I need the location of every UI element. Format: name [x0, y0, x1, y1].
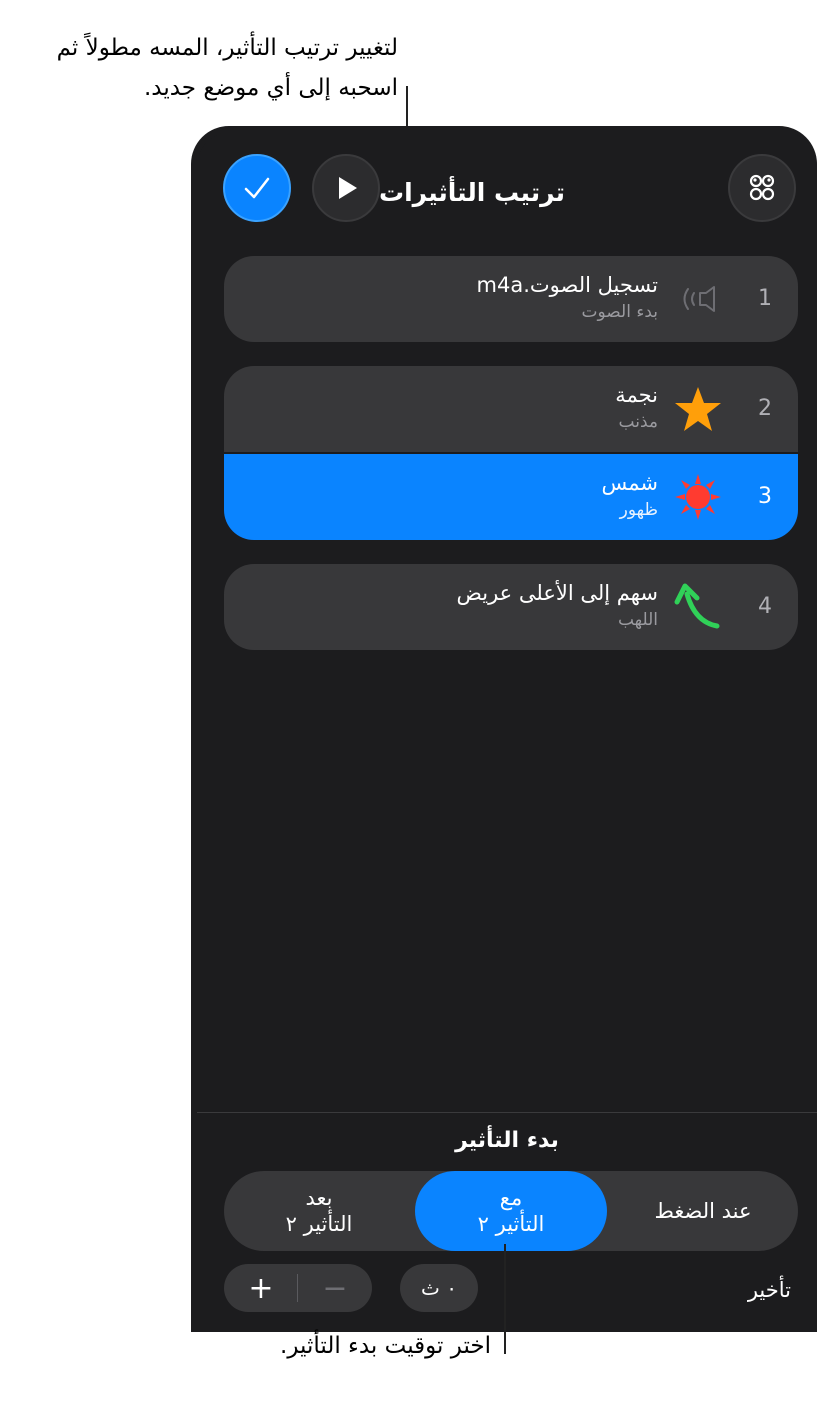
- star-icon: [672, 383, 724, 435]
- start-segmented-control: بعد التأثير ٢ مع التأثير ٢ عند الضغط: [224, 1171, 798, 1251]
- reorder-callout: لتغيير ترتيب التأثير، المسه مطولاً ثم اس…: [0, 28, 398, 108]
- increase-delay-button[interactable]: +: [224, 1264, 298, 1312]
- start-option-after[interactable]: بعد التأثير ٢: [224, 1171, 414, 1251]
- timing-callout: اختر توقيت بدء التأثير.: [280, 1333, 491, 1359]
- option-line1: مع: [499, 1186, 523, 1210]
- effect-row-1[interactable]: 1 تسجيل الصوت.m4a بدء الصوت: [224, 256, 798, 342]
- done-button[interactable]: [223, 154, 291, 222]
- sun-icon: [672, 471, 724, 523]
- effects-grid-icon: [749, 174, 775, 201]
- arrow-up-curved-icon: [672, 581, 724, 633]
- reorder-callout-line1: لتغيير ترتيب التأثير، المسه مطولاً ثم: [56, 35, 398, 61]
- checkmark-icon: [244, 177, 270, 199]
- effect-subtitle: ظهور: [619, 500, 658, 520]
- effect-subtitle: بدء الصوت: [581, 302, 658, 322]
- effect-row-3[interactable]: 3 شمس ظهور: [224, 454, 798, 540]
- effect-subtitle: مذنب: [618, 412, 658, 432]
- effect-subtitle: اللهب: [617, 610, 658, 630]
- effect-text: نجمة مذنب: [615, 380, 658, 434]
- effect-row-4[interactable]: 4 سهم إلى الأعلى عريض اللهب: [224, 564, 798, 650]
- timing-leader-line: [504, 1244, 506, 1354]
- delay-label: تأخير: [747, 1278, 791, 1302]
- effect-title: نجمة: [615, 383, 658, 407]
- effect-title: شمس: [601, 471, 658, 495]
- option-line1: عند الضغط: [654, 1199, 752, 1223]
- effect-text: سهم إلى الأعلى عريض اللهب: [457, 578, 659, 632]
- effect-title: تسجيل الصوت.m4a: [476, 273, 658, 297]
- effect-number: 1: [758, 286, 772, 311]
- effect-row-2[interactable]: 2 نجمة مذنب: [224, 366, 798, 452]
- play-icon: [339, 177, 357, 199]
- option-line1: بعد: [305, 1186, 333, 1210]
- start-option-on-tap[interactable]: عند الضغط: [608, 1171, 798, 1251]
- effect-number: 4: [758, 594, 772, 619]
- effects-order-panel: ترتيب التأثيرات 1 تسجيل الصوت.m4a بدء ال…: [191, 126, 817, 1332]
- effect-title: سهم إلى الأعلى عريض: [456, 581, 659, 605]
- play-button[interactable]: [312, 154, 380, 222]
- section-divider: [197, 1112, 817, 1113]
- start-effect-title: بدء التأثير: [455, 1128, 559, 1153]
- option-line2: التأثير ٢: [477, 1212, 545, 1236]
- delay-value[interactable]: ٠ ث: [400, 1264, 478, 1312]
- reorder-callout-line2: اسحبه إلى أي موضع جديد.: [143, 75, 398, 101]
- option-line2: التأثير ٢: [285, 1212, 353, 1236]
- decrease-delay-button[interactable]: −: [298, 1264, 372, 1312]
- panel-content: ترتيب التأثيرات 1 تسجيل الصوت.m4a بدء ال…: [197, 132, 817, 1332]
- start-option-with[interactable]: مع التأثير ٢: [415, 1171, 607, 1251]
- effect-text: شمس ظهور: [601, 468, 658, 522]
- speaker-icon: [672, 273, 724, 325]
- effect-number: 3: [758, 484, 772, 509]
- delay-stepper: + −: [224, 1264, 372, 1312]
- effect-text: تسجيل الصوت.m4a بدء الصوت: [477, 270, 658, 324]
- effect-number: 2: [758, 396, 772, 421]
- effects-menu-button[interactable]: [728, 154, 796, 222]
